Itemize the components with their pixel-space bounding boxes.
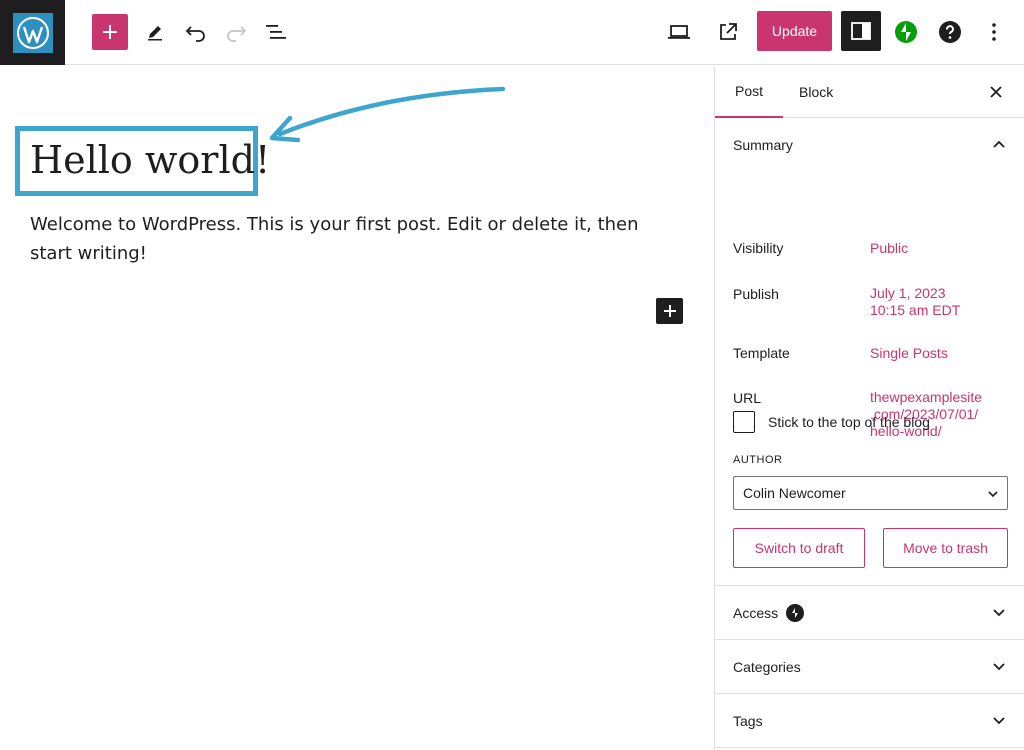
chevron-down-icon bbox=[993, 717, 1005, 725]
summary-heading: Summary bbox=[733, 137, 793, 153]
access-panel-toggle[interactable]: Access bbox=[715, 586, 1024, 640]
tags-heading: Tags bbox=[733, 712, 763, 729]
visibility-label: Visibility bbox=[733, 240, 784, 256]
url-label: URL bbox=[733, 390, 762, 406]
laptop-icon bbox=[668, 25, 690, 39]
jetpack-icon bbox=[786, 603, 805, 622]
author-value: Colin Newcomer bbox=[743, 485, 846, 501]
chevron-down-icon bbox=[993, 663, 1005, 671]
plus-icon bbox=[663, 305, 676, 317]
switch-to-draft-button[interactable]: Switch to draft bbox=[733, 528, 865, 568]
redo-icon bbox=[227, 26, 247, 42]
sidebar-toggle-icon bbox=[851, 22, 871, 40]
tab-post[interactable]: Post bbox=[715, 66, 783, 118]
summary-panel: Summary Visibility Public Publish July 1… bbox=[715, 118, 1024, 586]
block-inserter-toggle[interactable] bbox=[92, 14, 128, 50]
undo-button[interactable] bbox=[178, 14, 214, 50]
categories-panel-toggle[interactable]: Categories bbox=[715, 640, 1024, 694]
post-title[interactable]: Hello world! bbox=[30, 136, 270, 184]
wordpress-logo-button[interactable] bbox=[0, 0, 65, 65]
options-button[interactable] bbox=[976, 14, 1012, 50]
external-link-icon bbox=[720, 23, 737, 40]
visibility-value[interactable]: Public bbox=[870, 240, 908, 257]
view-post-button[interactable] bbox=[710, 14, 746, 50]
template-value[interactable]: Single Posts bbox=[870, 345, 948, 362]
publish-value[interactable]: July 1, 2023 10:15 am EDT bbox=[870, 285, 960, 319]
author-label: AUTHOR bbox=[733, 454, 783, 466]
help-icon bbox=[939, 21, 961, 43]
close-sidebar-button[interactable] bbox=[984, 80, 1008, 104]
stick-to-top-checkbox[interactable] bbox=[733, 411, 755, 433]
chevron-down-icon bbox=[993, 609, 1005, 617]
paragraph-block[interactable]: Welcome to WordPress. This is your first… bbox=[30, 210, 650, 268]
publish-date: July 1, 2023 bbox=[870, 285, 946, 301]
jetpack-button[interactable] bbox=[888, 14, 924, 50]
tags-panel-toggle[interactable]: Tags bbox=[715, 694, 1024, 748]
settings-sidebar: Post Block Summary Visibility Public Pub… bbox=[714, 66, 1024, 750]
list-view-icon bbox=[266, 25, 286, 39]
editor-canvas: Hello world! Welcome to WordPress. This … bbox=[0, 66, 714, 750]
categories-heading: Categories bbox=[733, 658, 801, 675]
preview-button[interactable] bbox=[661, 14, 697, 50]
publish-time: 10:15 am EDT bbox=[870, 302, 961, 318]
access-heading: Access bbox=[733, 604, 779, 621]
help-button[interactable] bbox=[932, 14, 968, 50]
tab-block[interactable]: Block bbox=[799, 66, 833, 118]
jetpack-icon bbox=[895, 21, 917, 43]
wordpress-logo-icon bbox=[12, 12, 53, 53]
more-vertical-icon bbox=[992, 23, 996, 41]
chevron-down-icon bbox=[988, 491, 998, 498]
pencil-icon bbox=[148, 26, 162, 41]
editor-toolbar: Update bbox=[0, 0, 1024, 65]
chevron-up-icon bbox=[993, 140, 1005, 148]
settings-button[interactable] bbox=[841, 11, 881, 51]
undo-icon bbox=[185, 26, 205, 42]
url-line: thewpexamplesite bbox=[870, 389, 983, 405]
move-to-trash-button[interactable]: Move to trash bbox=[883, 528, 1008, 568]
tools-button[interactable] bbox=[137, 14, 173, 50]
template-label: Template bbox=[733, 345, 790, 361]
block-inserter-button[interactable] bbox=[656, 298, 683, 324]
sidebar-tabs: Post Block bbox=[715, 66, 1024, 118]
close-icon bbox=[990, 86, 1002, 98]
publish-label: Publish bbox=[733, 286, 779, 302]
redo-button[interactable] bbox=[218, 14, 254, 50]
list-view-button[interactable] bbox=[258, 14, 294, 50]
annotation-arrow bbox=[269, 86, 506, 143]
summary-panel-toggle[interactable]: Summary bbox=[715, 118, 1024, 172]
stick-to-top-label[interactable]: Stick to the top of the blog bbox=[768, 414, 930, 430]
author-select[interactable]: Colin Newcomer bbox=[733, 476, 1008, 510]
update-button[interactable]: Update bbox=[757, 11, 832, 51]
plus-icon bbox=[103, 25, 117, 39]
